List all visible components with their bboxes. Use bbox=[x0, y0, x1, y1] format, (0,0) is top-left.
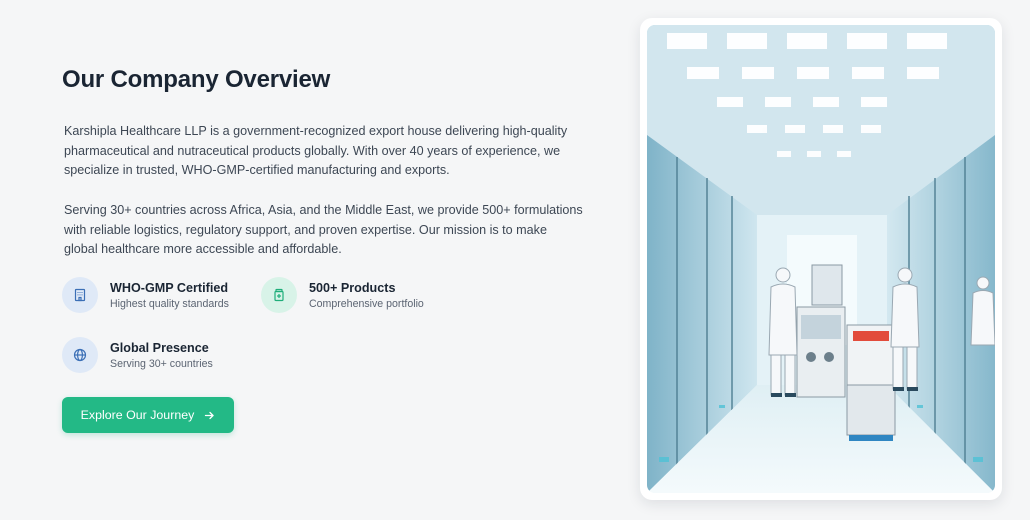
explore-journey-button[interactable]: Explore Our Journey bbox=[62, 397, 234, 433]
feature-subtitle: Comprehensive portfolio bbox=[309, 297, 424, 310]
medicine-bottle-icon bbox=[261, 277, 297, 313]
feature-title: 500+ Products bbox=[309, 280, 396, 295]
building-icon bbox=[62, 277, 98, 313]
feature-who-gmp: WHO-GMP Certified Highest quality standa… bbox=[62, 277, 229, 313]
cleanroom-lab-photo bbox=[647, 25, 995, 493]
feature-subtitle: Highest quality standards bbox=[110, 297, 229, 310]
overview-paragraph-2: Serving 30+ countries across Africa, Asi… bbox=[64, 203, 583, 257]
feature-title: Global Presence bbox=[110, 340, 209, 355]
globe-icon bbox=[62, 337, 98, 373]
cleanroom-image-card bbox=[640, 18, 1002, 500]
feature-products: 500+ Products Comprehensive portfolio bbox=[261, 277, 424, 313]
feature-subtitle: Serving 30+ countries bbox=[110, 357, 213, 370]
explore-journey-label: Explore Our Journey bbox=[80, 408, 195, 422]
feature-global-presence: Global Presence Serving 30+ countries bbox=[62, 337, 213, 373]
arrow-right-icon bbox=[204, 410, 215, 421]
overview-paragraph-1: Karshipla Healthcare LLP is a government… bbox=[64, 124, 568, 178]
feature-title: WHO-GMP Certified bbox=[110, 280, 229, 295]
page-title: Our Company Overview bbox=[62, 66, 331, 93]
